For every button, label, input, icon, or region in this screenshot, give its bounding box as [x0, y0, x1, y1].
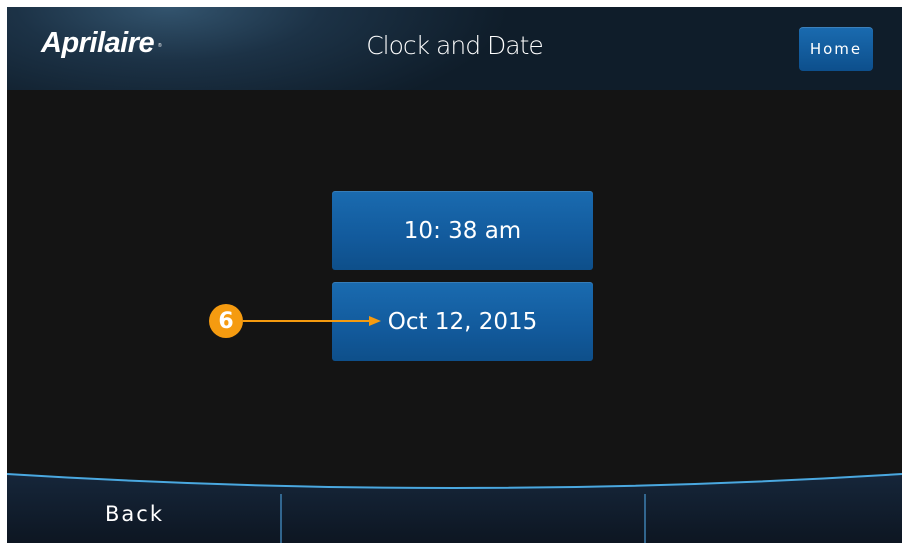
- callout-number-badge: 6: [209, 304, 243, 338]
- header-bar: Aprilaire ® Clock and Date Home: [7, 7, 902, 90]
- date-value: Oct 12, 2015: [387, 308, 538, 335]
- time-button[interactable]: 10: 38 am: [332, 191, 593, 270]
- callout-arrow-icon: [243, 316, 381, 326]
- home-button[interactable]: Home: [799, 27, 873, 71]
- back-button[interactable]: Back: [105, 502, 164, 526]
- time-value: 10: 38 am: [403, 217, 522, 244]
- thermostat-screen: Aprilaire ® Clock and Date Home 10: 38 a…: [7, 7, 902, 543]
- page-title: Clock and Date: [366, 31, 544, 60]
